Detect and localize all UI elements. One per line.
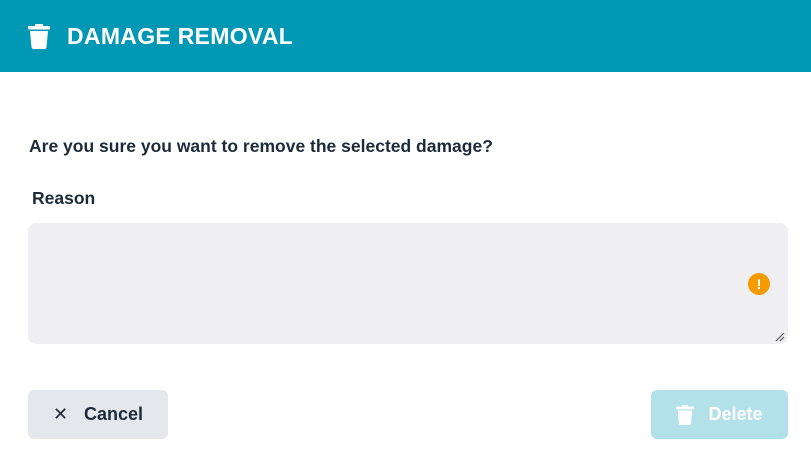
delete-button[interactable]: Delete [651, 390, 788, 439]
close-icon: ✕ [52, 404, 69, 424]
resize-handle-icon[interactable] [773, 329, 785, 342]
dialog-header: DAMAGE REMOVAL [0, 0, 811, 72]
reason-textarea[interactable] [28, 223, 788, 344]
trash-icon [676, 404, 695, 425]
delete-button-label: Delete [708, 404, 763, 424]
reason-label: Reason [32, 188, 96, 208]
cancel-button[interactable]: ✕ Cancel [28, 390, 168, 439]
exclamation-icon: ! [748, 273, 770, 295]
confirmation-question: Are you sure you want to remove the sele… [29, 136, 493, 156]
cancel-button-label: Cancel [84, 404, 144, 424]
reason-field-container: ! [28, 223, 788, 344]
trash-icon [27, 23, 51, 49]
dialog-title: DAMAGE REMOVAL [67, 22, 294, 49]
